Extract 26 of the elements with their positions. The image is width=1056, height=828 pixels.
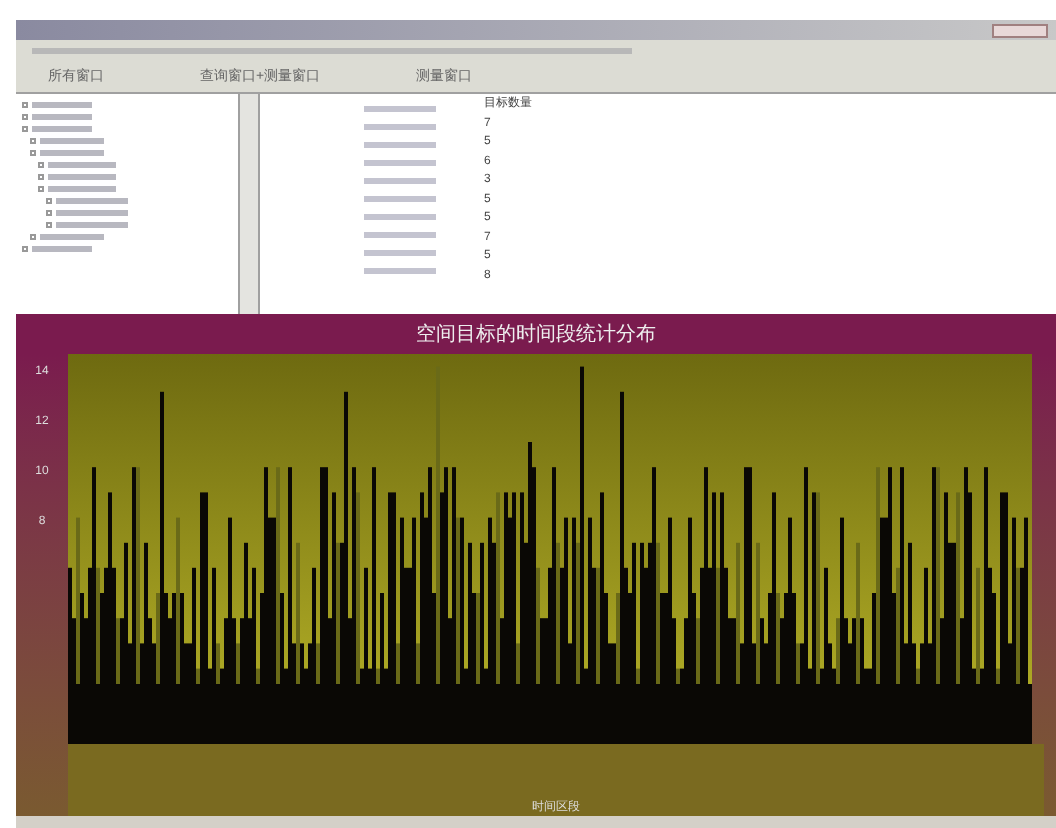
blurred-label-drawing <box>364 142 436 148</box>
blurred-label-drawing <box>364 106 436 112</box>
blurred-label-drawing <box>32 246 92 252</box>
blurred-label-drawing <box>32 126 92 132</box>
blurred-label-drawing <box>48 174 116 180</box>
chart-title: 空间目标的时间段统计分布 <box>416 321 656 349</box>
blurred-label-drawing <box>40 138 104 144</box>
blurred-label-drawing <box>48 186 116 192</box>
blurred-label-drawing <box>364 160 436 166</box>
blurred-label-drawing <box>40 234 104 240</box>
blurred-label-drawing <box>40 150 104 156</box>
scrollbar[interactable] <box>240 94 260 314</box>
blurred-label-drawing <box>56 222 128 228</box>
blurred-label-drawing <box>364 124 436 130</box>
blurred-label-drawing <box>56 210 128 216</box>
window-controls-icon[interactable] <box>992 23 1048 37</box>
blurred-label-drawing <box>364 232 436 238</box>
blurred-label-drawing <box>364 268 436 274</box>
blurred-label-drawing <box>364 196 436 202</box>
blurred-label-drawing <box>364 250 436 256</box>
blurred-label-drawing <box>32 114 92 120</box>
blurred-label-drawing <box>364 214 436 220</box>
blurred-label-drawing <box>364 178 436 184</box>
blurred-label-drawing <box>48 162 116 168</box>
blurred-label-drawing <box>32 102 92 108</box>
blurred-label-drawing <box>56 198 128 204</box>
